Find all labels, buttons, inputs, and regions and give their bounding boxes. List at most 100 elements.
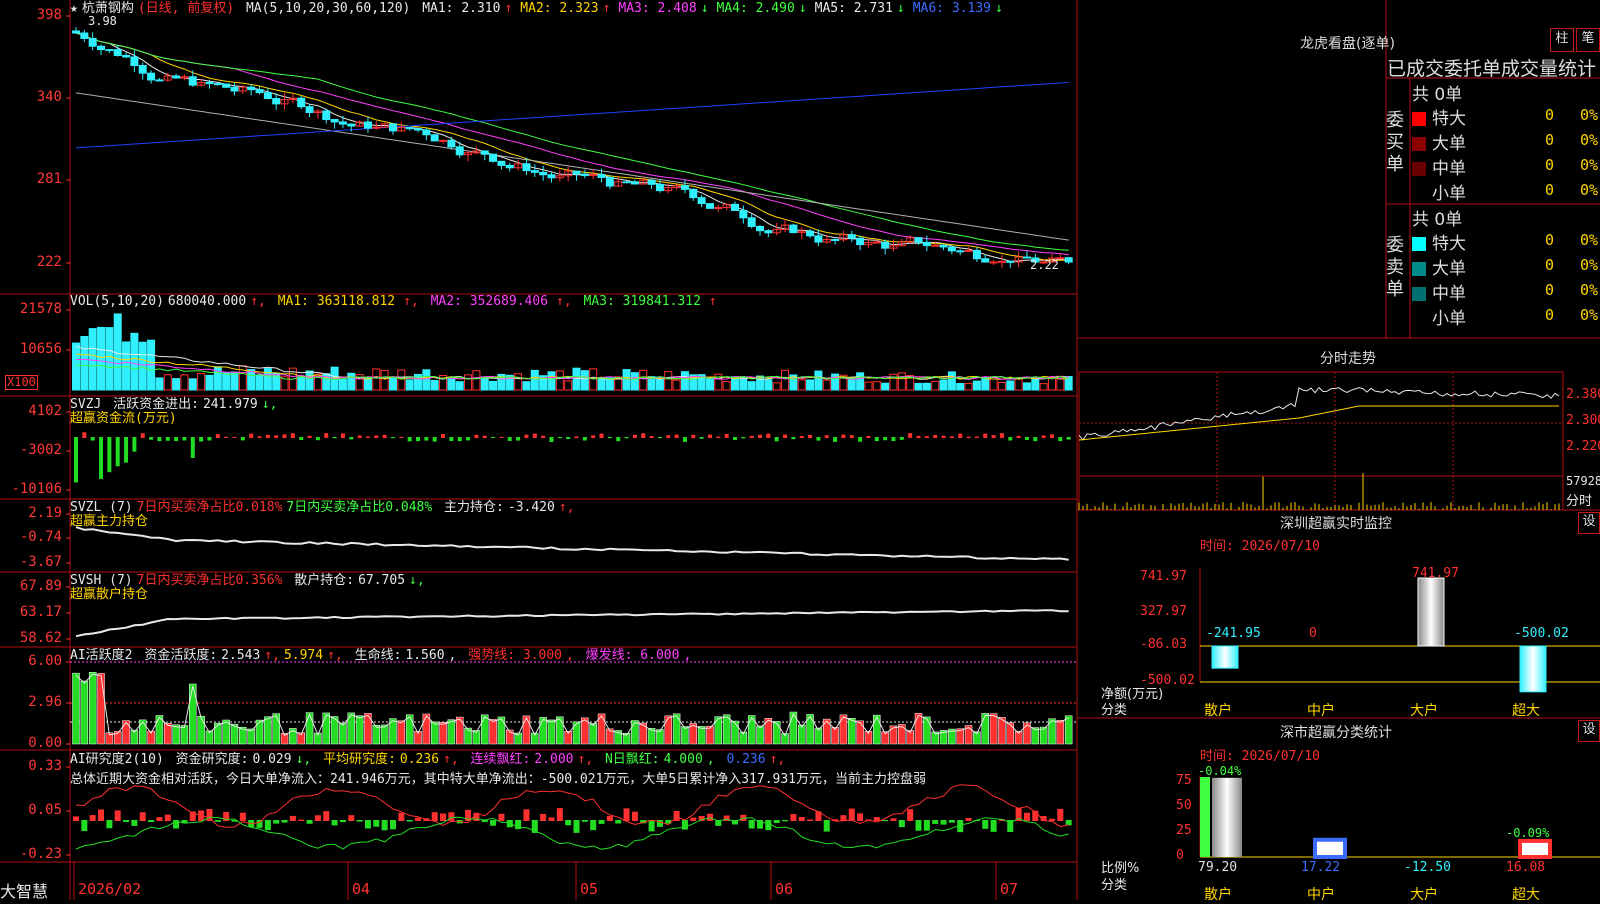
svzj-title: 超赢资金流(万元) [70,411,177,426]
buy-total: 共 0单 [1412,85,1463,105]
candle-body [272,98,281,105]
sz-monitor-cat-label: 分类 [1101,703,1128,718]
lhb-title: 龙虎看盘(逐单) [1300,36,1395,52]
fund-flow-bar [599,433,604,438]
activity-bar [180,725,189,745]
volume-bar [555,370,564,391]
class-bar-value: 16.08 [1506,860,1546,875]
tick-mode-button[interactable]: 笔 [1576,28,1600,52]
vol-unit-badge[interactable]: X100 [5,375,38,390]
activity-bar [848,717,856,745]
bar-mode-button[interactable]: 柱 [1550,28,1574,52]
activity-bar [731,720,739,745]
brand-logo[interactable]: 大智慧 [0,878,48,902]
volume-bar [639,369,648,391]
vol-value: 680040.000 [167,294,247,309]
volume-bar [480,376,489,391]
row-count: 0 [1545,256,1555,274]
fund-flow-bar [457,437,462,442]
volume-bar [180,374,189,391]
svzl-title: 超赢主力持仓 [70,514,149,529]
research-bar [681,820,688,830]
research-bar [565,820,572,826]
ai2-avg: 0.236 [399,752,440,767]
volume-bar [997,381,1006,391]
y-tick-label: 6.00 [28,653,62,669]
ma-values: MA1: 2.310 ↑ MA2: 2.323 ↑ MA3: 2.408 ↓ MA4: 2.… [422,1,1003,16]
activity-bar [138,719,147,745]
fund-flow-bar [249,433,254,438]
fund-flow-bar [232,436,237,438]
research-bar [89,815,96,821]
research-bar [164,814,171,821]
volume-bar [739,377,748,391]
y-tick-label: 63.17 [19,604,62,620]
candle-body [655,183,664,192]
fund-flow-bar [699,437,704,439]
volume-bar [388,377,397,391]
activity-bar [405,714,414,745]
volume-bar [489,380,498,391]
candle-body [405,126,414,130]
sz-monitor-settings-button[interactable]: 设 [1578,512,1600,534]
activity-bar [631,720,639,745]
intraday-label: 分时 [1566,494,1593,509]
research-bar [1023,812,1030,821]
main-position-line [75,526,1069,561]
fund-flow-bar [991,435,996,438]
color-swatch [1412,162,1426,176]
fund-flow-bar [657,437,662,439]
class-cat-label: 中户 [1307,887,1335,903]
monitor-bar [1519,645,1547,693]
research-bar [356,820,363,822]
fund-flow-bar [1008,437,1013,441]
fund-flow-bar [674,434,679,438]
fund-flow-bar [758,434,763,438]
candle-body [347,123,356,127]
research-bar [631,811,638,821]
row-name: 特大 [1432,109,1466,129]
fund-flow-bar [124,437,129,463]
y-tick-label: -0.23 [19,846,62,862]
fund-flow-bar [908,433,913,438]
monitor-ytick: -86.03 [1140,637,1187,652]
activity-bar [355,715,364,745]
volume-bar [797,379,806,391]
research-bar [948,820,955,823]
fund-flow-bar [399,436,404,438]
fund-flow-bar [432,437,437,442]
activity-bar [397,720,406,745]
activity-bar [989,713,998,745]
ai1-value2: 5.974 [283,648,324,663]
monitor-cat-label: 大户 [1410,703,1438,719]
ai2-n: 4.000 [663,752,703,767]
research-bar [156,817,163,821]
class-bar-value: 79.20 [1198,860,1238,875]
ai2-value: 0.029 [252,752,292,767]
monitor-bar-value: 0 [1309,626,1317,641]
activity-bar [80,680,89,745]
fund-flow-bar [799,435,804,438]
class-bar-delta: -0.04% [1198,764,1242,778]
research-bar [606,815,613,821]
research-bar [898,820,905,828]
research-bar [706,813,713,821]
row-name: 小单 [1432,184,1466,204]
monitor-bar [1211,645,1239,669]
color-swatch [1412,112,1426,126]
research-bar [415,817,422,821]
research-bar [123,820,130,822]
volume-bar [580,370,589,391]
candle-body [230,86,239,92]
ai2-label: 资金研究度: [175,752,249,767]
color-swatch [1412,187,1426,201]
research-bar [148,820,155,822]
monitor-bar-value: 741.97 [1412,566,1459,581]
research-bar [139,812,146,821]
sz-class-settings-button[interactable]: 设 [1578,720,1600,742]
volume-bar [247,369,256,391]
candle-body [739,209,748,219]
ai2-n-label: N日飘红: [604,752,660,767]
period-label[interactable]: (日线, 前复权) [138,1,234,16]
fund-flow-bar [1024,437,1029,440]
